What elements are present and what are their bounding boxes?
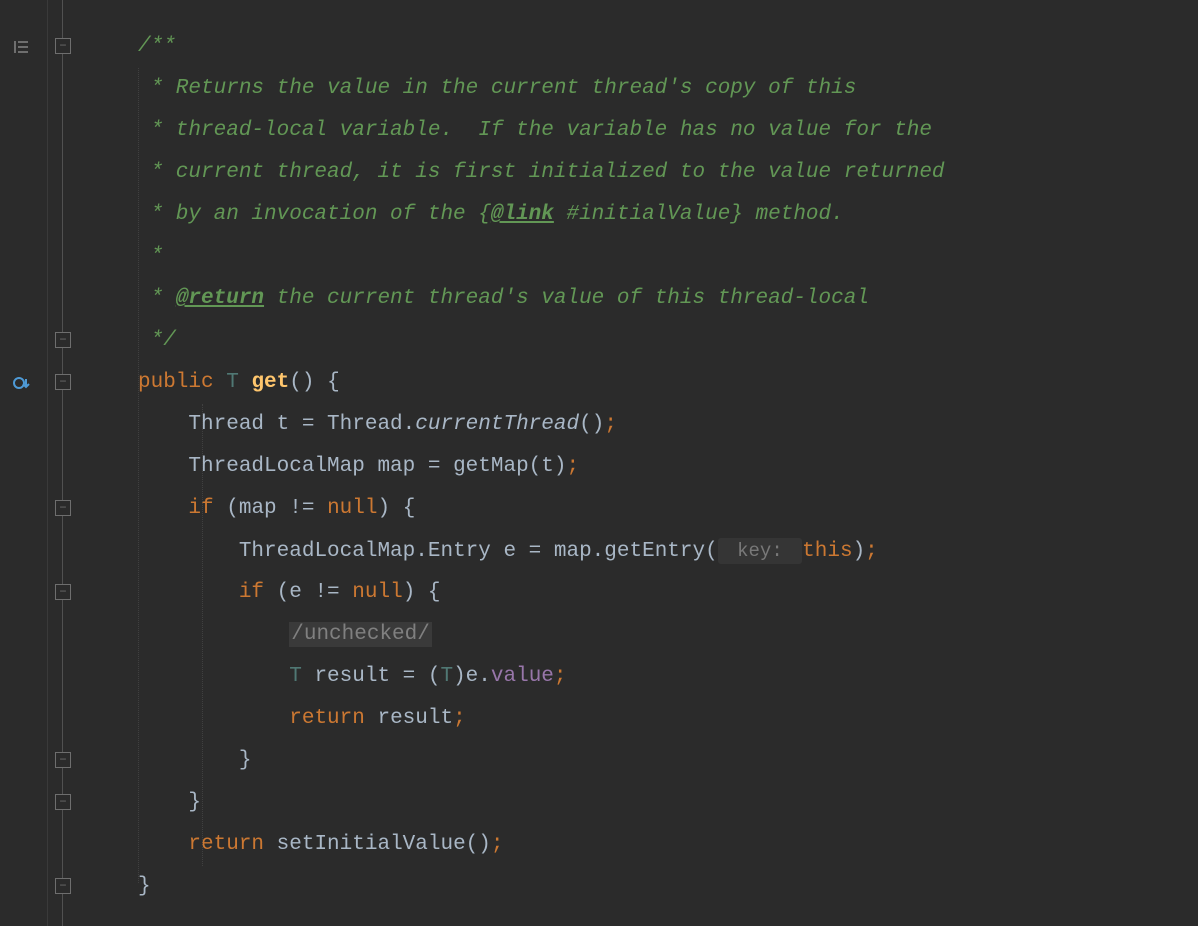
code-line[interactable]: */ [138, 320, 1198, 362]
fold-toggle-icon[interactable] [55, 38, 71, 54]
override-icon[interactable] [6, 362, 38, 404]
code-line[interactable]: return setInitialValue(); [138, 824, 1198, 866]
fold-toggle-icon[interactable] [55, 374, 71, 390]
code-line[interactable]: if (e != null) { [138, 572, 1198, 614]
code-line[interactable]: /unchecked/ [138, 614, 1198, 656]
code-line[interactable]: * [138, 236, 1198, 278]
fold-gutter [48, 0, 78, 926]
code-line[interactable]: ThreadLocalMap.Entry e = map.getEntry( k… [138, 530, 1198, 572]
code-line[interactable]: public T get() { [138, 362, 1198, 404]
code-editor[interactable]: /** * Returns the value in the current t… [0, 0, 1198, 926]
code-line[interactable]: } [138, 866, 1198, 908]
code-line[interactable]: if (map != null) { [138, 488, 1198, 530]
fold-toggle-icon[interactable] [55, 332, 71, 348]
fold-toggle-icon[interactable] [55, 500, 71, 516]
code-line[interactable]: * @return the current thread's value of … [138, 278, 1198, 320]
suppress-annotation: /unchecked/ [289, 622, 432, 647]
code-line[interactable]: * by an invocation of the {@link #initia… [138, 194, 1198, 236]
fold-toggle-icon[interactable] [55, 878, 71, 894]
fold-toggle-icon[interactable] [55, 584, 71, 600]
fold-toggle-icon[interactable] [55, 752, 71, 768]
code-area[interactable]: /** * Returns the value in the current t… [78, 0, 1198, 926]
code-line[interactable]: * current thread, it is first initialize… [138, 152, 1198, 194]
code-line[interactable]: /** [138, 26, 1198, 68]
parameter-hint: key: [718, 538, 802, 564]
code-line[interactable]: } [138, 740, 1198, 782]
structure-icon[interactable] [6, 26, 38, 68]
code-line[interactable]: * Returns the value in the current threa… [138, 68, 1198, 110]
code-line[interactable]: Thread t = Thread.currentThread(); [138, 404, 1198, 446]
fold-toggle-icon[interactable] [55, 794, 71, 810]
code-line[interactable]: * thread-local variable. If the variable… [138, 110, 1198, 152]
code-line[interactable]: } [138, 782, 1198, 824]
left-gutter [0, 0, 48, 926]
code-line[interactable]: T result = (T)e.value; [138, 656, 1198, 698]
code-line[interactable]: return result; [138, 698, 1198, 740]
code-line[interactable]: ThreadLocalMap map = getMap(t); [138, 446, 1198, 488]
